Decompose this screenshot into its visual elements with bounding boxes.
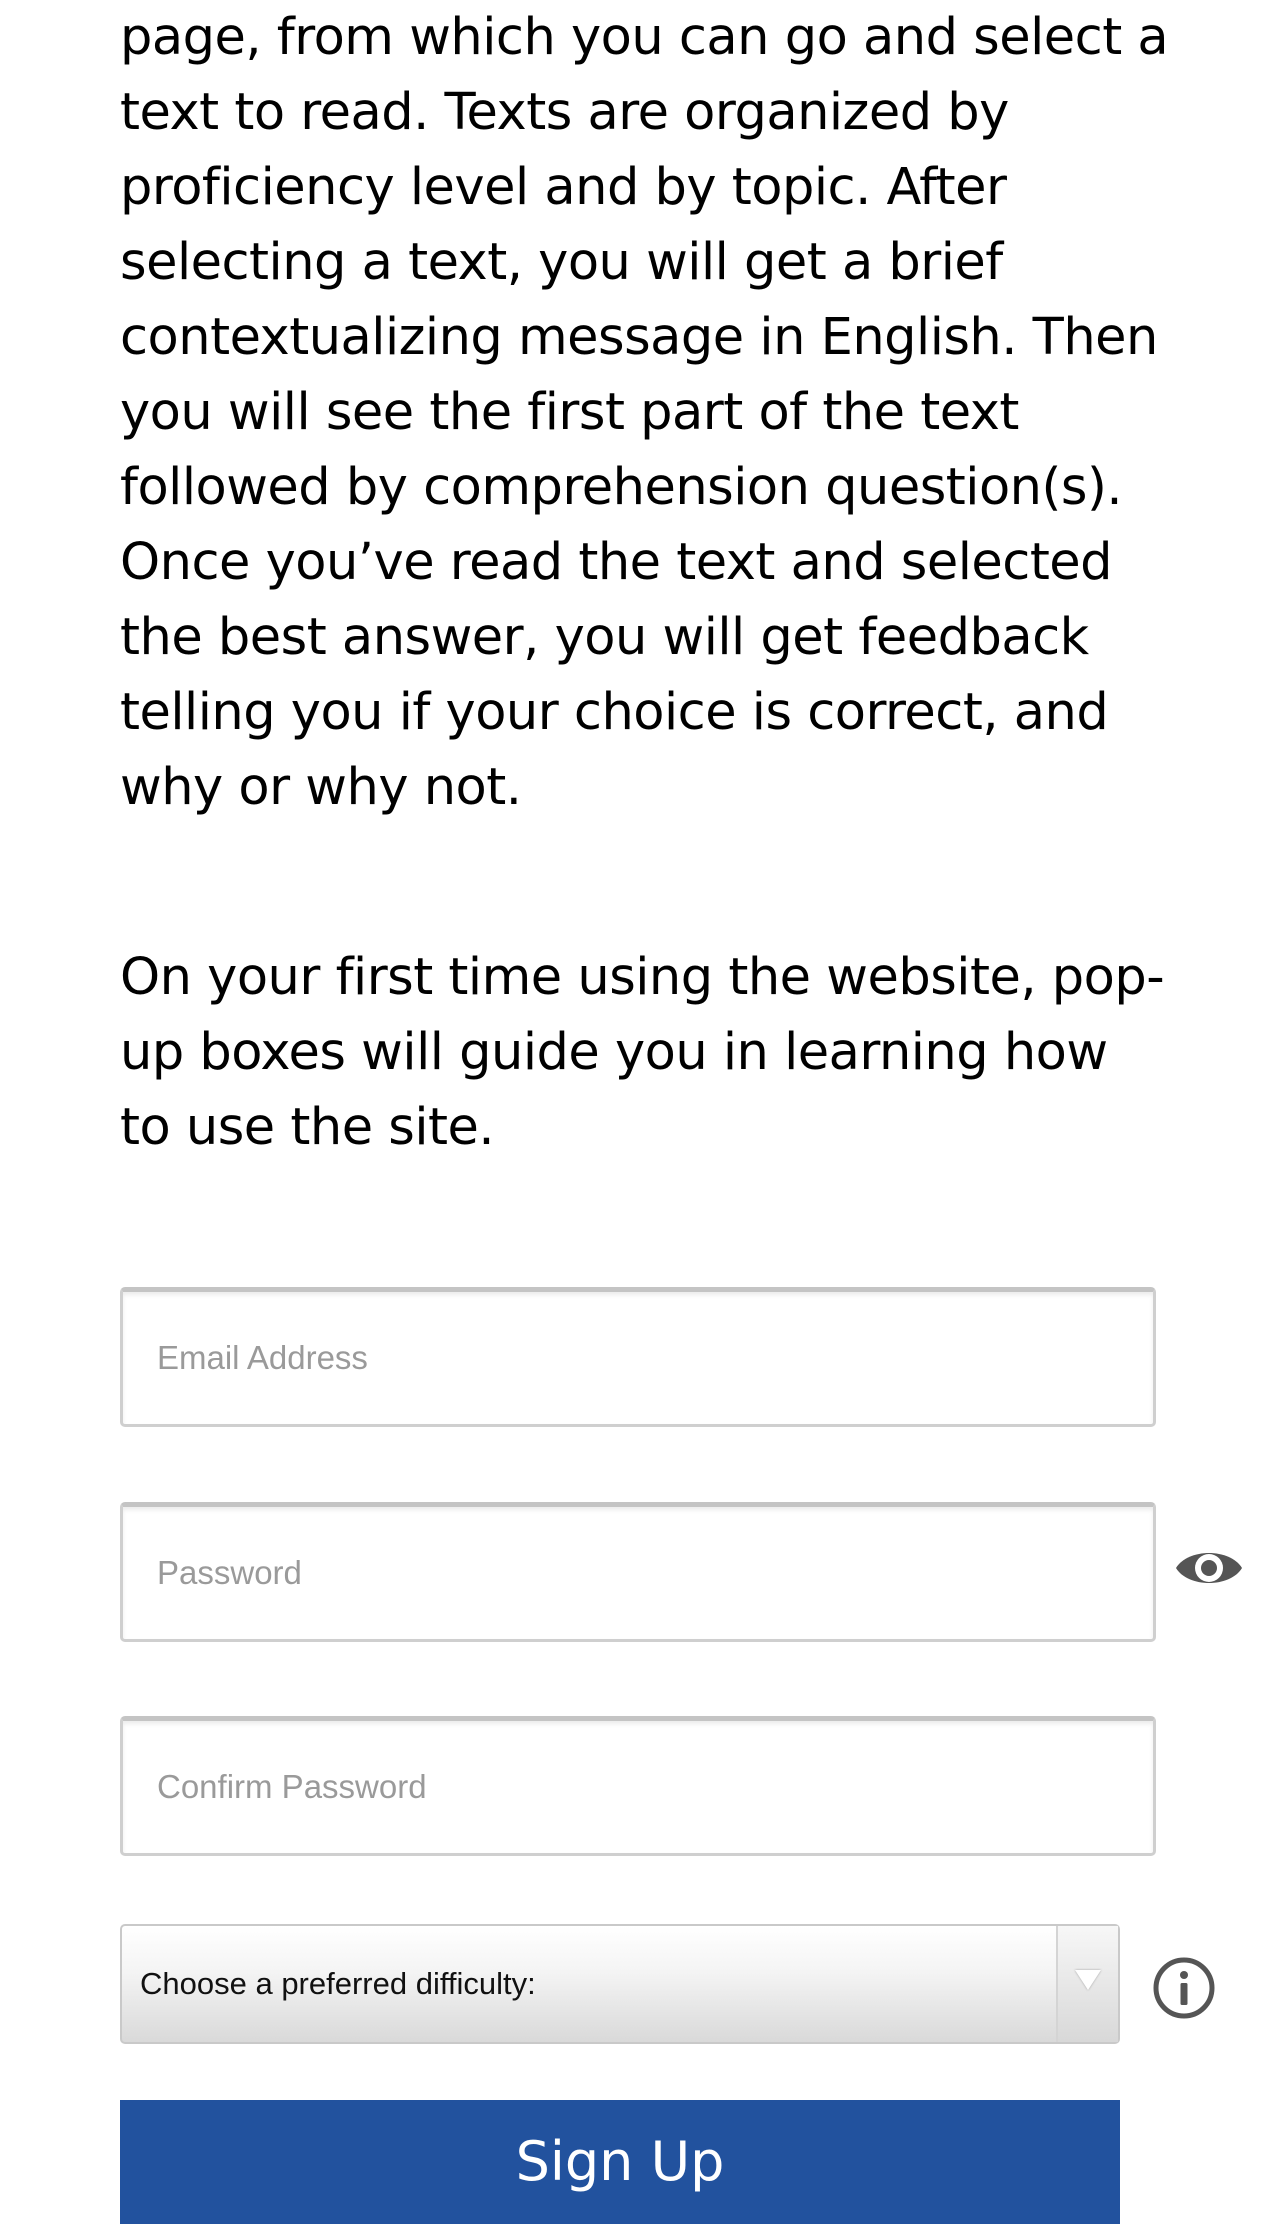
intro-paragraph-1-line: telling you if your choice is correct, a…	[120, 683, 1109, 742]
info-icon[interactable]	[1152, 1956, 1216, 2020]
difficulty-select-arrow-box	[1056, 1926, 1118, 2042]
password-field[interactable]	[120, 1502, 1156, 1642]
sign-up-button[interactable]: Sign Up	[120, 2100, 1120, 2224]
difficulty-select[interactable]: Choose a preferred difficulty:	[120, 1924, 1120, 2044]
difficulty-select-label: Choose a preferred difficulty:	[140, 1966, 536, 2001]
intro-paragraph-2: On your first time using the website, po…	[120, 940, 1165, 1165]
email-field[interactable]	[120, 1287, 1156, 1427]
intro-paragraph-1-line: page, from which you can go and select a	[120, 8, 1169, 67]
intro-paragraph-2-line: On your first time using the website, po…	[120, 948, 1165, 1007]
intro-paragraph-2-line: up boxes will guide you in learning how	[120, 1023, 1108, 1082]
intro-paragraph-1-line: why or why not.	[120, 758, 522, 817]
chevron-down-icon	[1075, 1970, 1101, 1990]
intro-paragraph-1-line: Once you’ve read the text and selected	[120, 533, 1113, 592]
eye-icon[interactable]	[1174, 1540, 1244, 1596]
intro-paragraph-1-line: selecting a text, you will get a brief	[120, 233, 1003, 292]
intro-paragraph-1-line: proficiency level and by topic. After	[120, 158, 1007, 217]
intro-paragraph-1-line: the best answer, you will get feedback	[120, 608, 1089, 667]
intro-paragraph-2-line: to use the site.	[120, 1098, 495, 1157]
confirm-password-field[interactable]	[120, 1716, 1156, 1856]
intro-paragraph-1: page, from which you can go and select a…	[120, 0, 1169, 825]
intro-paragraph-1-line: text to read. Texts are organized by	[120, 83, 1009, 142]
intro-paragraph-1-line: contextualizing message in English. Then	[120, 308, 1158, 367]
intro-paragraph-1-line: you will see the first part of the text	[120, 383, 1019, 442]
intro-paragraph-1-line: followed by comprehension question(s).	[120, 458, 1123, 517]
